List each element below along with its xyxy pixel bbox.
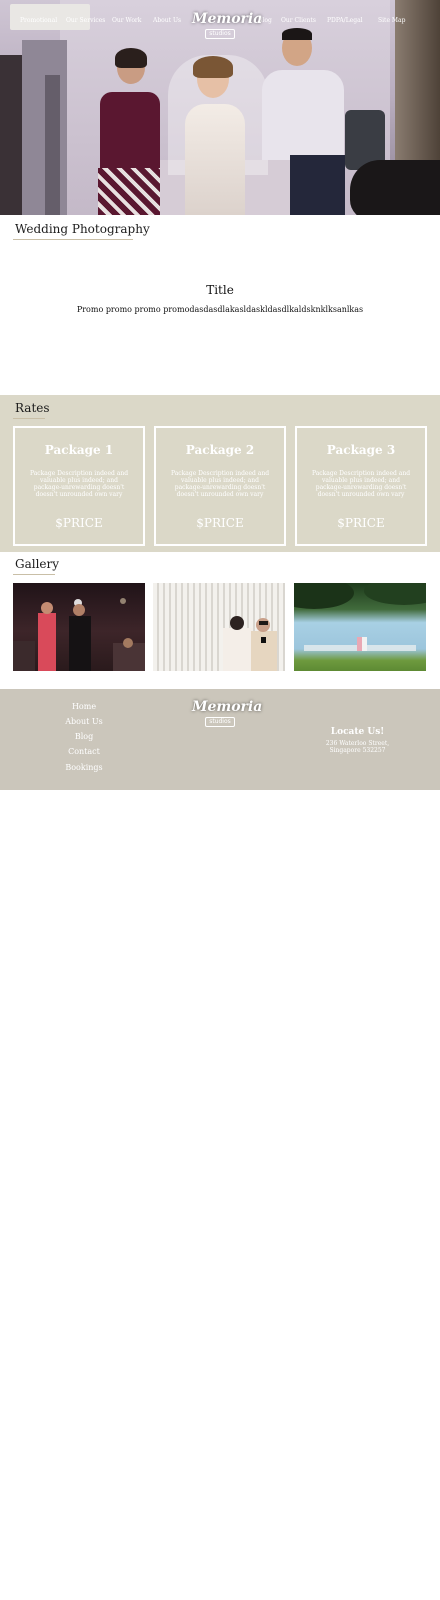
package-price: $PRICE bbox=[337, 516, 385, 530]
nav-our-work[interactable]: Our Work bbox=[112, 17, 141, 24]
locate-title: Locate Us! bbox=[330, 727, 385, 737]
package-price: $PRICE bbox=[196, 516, 244, 530]
package-description: Package Description indeed and valuable … bbox=[311, 470, 411, 498]
hero-father bbox=[262, 70, 344, 160]
hero-father-legs bbox=[290, 155, 345, 215]
footer-link-home[interactable]: Home bbox=[44, 702, 124, 711]
hero-banner: Promotional Our Services Our Work About … bbox=[0, 0, 440, 215]
gallery-photo-couple[interactable] bbox=[153, 583, 285, 671]
address-line-2: Singapore 532257 bbox=[329, 747, 386, 754]
footer-logo-sub-label: studios bbox=[209, 718, 231, 725]
promo-text: Promo promo promo promodasdasdlakasldask… bbox=[76, 305, 364, 314]
logo-camera-icon: studios bbox=[205, 29, 235, 39]
address-line-1: 236 Waterloo Street, bbox=[325, 740, 390, 747]
package-card-2[interactable]: Package 2 Package Description indeed and… bbox=[154, 426, 286, 546]
nav-promotional[interactable]: Promotional bbox=[20, 17, 57, 24]
logo-sub-label: studios bbox=[209, 30, 231, 37]
promo-title: Title bbox=[206, 283, 234, 297]
footer-logo[interactable]: Memoria studios bbox=[192, 697, 263, 731]
gallery-underline bbox=[13, 574, 55, 575]
header-logo[interactable]: Memoria studios bbox=[192, 9, 263, 41]
footer-link-bookings[interactable]: Bookings bbox=[44, 763, 124, 772]
footer-link-about-us[interactable]: About Us bbox=[44, 717, 124, 726]
package-name: Package 2 bbox=[185, 443, 255, 457]
hero-door-dark bbox=[0, 55, 22, 215]
locate-address: 236 Waterloo Street, Singapore 532257 bbox=[300, 740, 415, 754]
package-name: Package 1 bbox=[44, 443, 114, 457]
nav-site-map[interactable]: Site Map bbox=[378, 17, 405, 24]
hero-mother-hair bbox=[115, 48, 147, 68]
gallery-photo-lake-art bbox=[294, 583, 426, 651]
hero-bride-hair bbox=[193, 56, 233, 78]
hero-camera bbox=[350, 160, 440, 215]
gallery-photo-lake[interactable] bbox=[294, 583, 426, 671]
gallery-photo-dance[interactable] bbox=[13, 583, 145, 671]
footer-link-blog[interactable]: Blog bbox=[44, 732, 124, 741]
package-description: Package Description indeed and valuable … bbox=[29, 470, 129, 498]
hero-mother-skirt bbox=[98, 168, 160, 215]
logo-wordmark: Memoria bbox=[192, 11, 263, 27]
gallery-title: Gallery bbox=[15, 557, 60, 571]
services-underline bbox=[13, 239, 133, 240]
services-title: Wedding Photography bbox=[15, 222, 150, 236]
package-description: Package Description indeed and valuable … bbox=[170, 470, 270, 498]
gallery-photo-couple-art bbox=[223, 616, 277, 671]
rates-underline bbox=[13, 418, 45, 419]
nav-our-services[interactable]: Our Services bbox=[66, 17, 105, 24]
footer-logo-camera-icon: studios bbox=[205, 717, 235, 727]
package-card-1[interactable]: Package 1 Package Description indeed and… bbox=[13, 426, 145, 546]
package-price: $PRICE bbox=[55, 516, 103, 530]
footer: Home About Us Blog Contact Bookings Memo… bbox=[0, 689, 440, 790]
package-card-3[interactable]: Package 3 Package Description indeed and… bbox=[295, 426, 427, 546]
footer-logo-wordmark: Memoria bbox=[192, 699, 263, 715]
nav-pdpa-legal[interactable]: PDPA/Legal bbox=[327, 17, 363, 24]
package-name: Package 3 bbox=[326, 443, 396, 457]
hero-door-shadow bbox=[45, 75, 60, 215]
footer-link-contact[interactable]: Contact bbox=[44, 747, 124, 756]
rates-title: Rates bbox=[15, 401, 50, 415]
nav-our-clients[interactable]: Our Clients bbox=[281, 17, 316, 24]
gallery-photo-dance-art bbox=[13, 598, 145, 671]
hero-bride bbox=[185, 104, 245, 215]
nav-about-us[interactable]: About Us bbox=[153, 17, 181, 24]
